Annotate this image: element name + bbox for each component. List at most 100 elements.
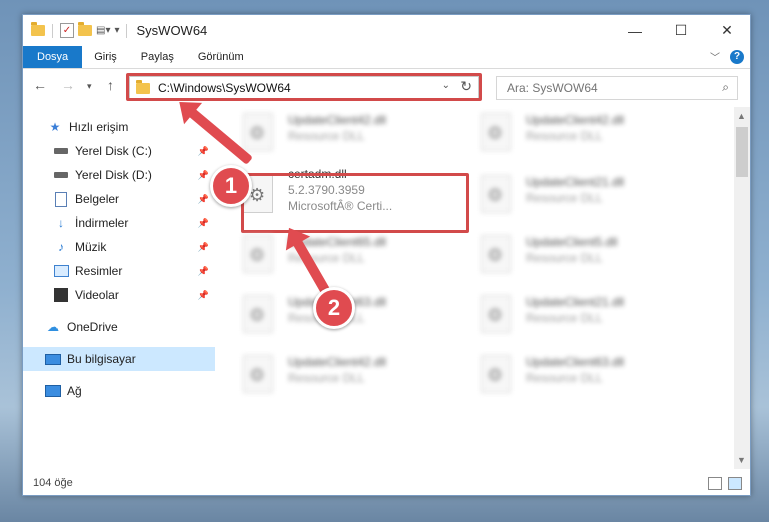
customize-toolbar-icon[interactable]: ▤▾ xyxy=(96,25,110,36)
back-arrow-icon[interactable]: ← xyxy=(33,77,47,93)
pin-icon[interactable]: 📌 xyxy=(198,290,209,301)
documents-icon xyxy=(55,191,67,207)
forward-arrow-icon[interactable]: → xyxy=(61,77,75,93)
nav-label: Yerel Disk (D:) xyxy=(75,168,152,182)
file-item[interactable]: ⚙ UpdateClient63.dll Resource DLL xyxy=(461,349,681,399)
pin-icon[interactable]: 📌 xyxy=(198,242,209,253)
status-bar: 104 öğe xyxy=(23,471,750,495)
help-icon[interactable]: ? xyxy=(730,49,744,64)
gear-icon: ⚙ xyxy=(249,305,266,325)
navigation-pane: ★ Hızlı erişim Yerel Disk (C:) 📌 Yerel D… xyxy=(23,107,215,467)
gear-icon: ⚙ xyxy=(249,123,266,143)
gear-icon: ⚙ xyxy=(249,245,266,265)
nav-onedrive[interactable]: ☁ OneDrive xyxy=(23,315,215,339)
gear-icon: ⚙ xyxy=(487,245,504,265)
search-box[interactable]: ⌕ xyxy=(496,76,738,100)
nav-label: Belgeler xyxy=(75,192,120,206)
pin-icon[interactable]: 📌 xyxy=(198,194,209,205)
pin-icon[interactable]: 📌 xyxy=(198,218,209,229)
cloud-icon: ☁ xyxy=(47,320,59,334)
file-type: Resource DLL xyxy=(526,371,603,385)
close-button[interactable]: ✕ xyxy=(704,15,750,46)
file-item[interactable]: ⚙ UpdateClient42.dll Resource DLL xyxy=(223,349,443,399)
large-icons-view-icon[interactable] xyxy=(728,477,742,490)
gear-icon: ⚙ xyxy=(487,305,504,325)
scroll-down-icon[interactable]: ▼ xyxy=(737,455,746,465)
computer-icon xyxy=(45,353,61,365)
pin-icon[interactable]: 📌 xyxy=(198,266,209,277)
properties-icon[interactable]: ✓ xyxy=(60,23,74,38)
nav-videos[interactable]: Videolar 📌 xyxy=(23,283,215,307)
separator xyxy=(125,23,127,38)
new-folder-icon[interactable] xyxy=(78,22,92,36)
ribbon-tabs: Dosya Giriş Paylaş Görünüm ﹀ ? xyxy=(23,46,750,69)
tab-home[interactable]: Giriş xyxy=(82,46,129,68)
nav-label: Bu bilgisayar xyxy=(67,352,136,366)
details-view-icon[interactable] xyxy=(708,477,722,490)
search-input[interactable] xyxy=(505,80,709,96)
nav-music[interactable]: ♪ Müzik 📌 xyxy=(23,235,215,259)
search-icon[interactable]: ⌕ xyxy=(722,80,729,95)
file-name: UpdateClient5.dll xyxy=(526,235,618,249)
recent-locations-icon[interactable]: ▾ xyxy=(87,81,92,92)
gear-icon: ⚙ xyxy=(249,365,266,385)
file-type: Resource DLL xyxy=(526,311,603,325)
window-controls: — ☐ ✕ xyxy=(612,15,750,46)
vertical-scrollbar[interactable]: ▲ ▼ xyxy=(734,107,750,469)
up-arrow-icon[interactable]: ↑ xyxy=(107,77,114,93)
pin-icon[interactable]: 📌 xyxy=(198,170,209,181)
maximize-button[interactable]: ☐ xyxy=(658,15,704,46)
file-item[interactable]: ⚙ UpdateClient65.dll Resource DLL xyxy=(223,229,443,279)
tab-view[interactable]: Görünüm xyxy=(186,46,256,68)
file-name: UpdateClient63.dll xyxy=(526,355,625,369)
file-type: Resource DLL xyxy=(526,251,603,265)
nav-label: Videolar xyxy=(75,288,119,302)
nav-label: Müzik xyxy=(75,240,107,254)
nav-local-disk-d[interactable]: Yerel Disk (D:) 📌 xyxy=(23,163,215,187)
chevron-down-icon[interactable]: ﹀ xyxy=(710,49,720,64)
item-count: 104 öğe xyxy=(33,477,73,489)
file-name: UpdateClient21.dll xyxy=(526,295,625,309)
music-icon: ♪ xyxy=(58,240,64,254)
file-item[interactable]: ⚙ UpdateClient5.dll Resource DLL xyxy=(461,229,681,279)
file-name: UpdateClient21.dll xyxy=(526,175,625,189)
file-item[interactable]: ⚙ UpdateClient42.dll Resource DLL xyxy=(461,107,681,157)
file-type: Resource DLL xyxy=(526,191,603,205)
gear-icon: ⚙ xyxy=(487,123,504,143)
file-name: UpdateClient42.dll xyxy=(288,355,387,369)
address-row: ← → ▾ ↑ C:\Windows\SysWOW64 ⌄ ↻ ⌕ xyxy=(23,69,750,103)
file-name: UpdateClient42.dll xyxy=(288,113,387,127)
video-icon xyxy=(54,288,68,302)
drive-icon xyxy=(54,172,68,178)
file-item[interactable]: ⚙ UpdateClient42.dll Resource DLL xyxy=(223,107,443,157)
window-title: SysWOW64 xyxy=(136,23,208,38)
separator xyxy=(52,23,53,38)
nav-documents[interactable]: Belgeler 📌 xyxy=(23,187,215,211)
address-highlight-box xyxy=(126,73,482,101)
tab-file[interactable]: Dosya xyxy=(23,46,83,68)
minimize-button[interactable]: — xyxy=(612,15,658,46)
nav-label: İndirmeler xyxy=(75,216,129,230)
file-type: Resource DLL xyxy=(288,129,365,143)
tab-share[interactable]: Paylaş xyxy=(129,46,186,68)
nav-network[interactable]: Ağ xyxy=(23,379,215,403)
file-name: UpdateClient42.dll xyxy=(526,113,625,127)
file-item[interactable]: ⚙ UpdateClient21.dll Resource DLL xyxy=(461,169,681,219)
gear-icon: ⚙ xyxy=(487,185,504,205)
download-icon: ↓ xyxy=(58,216,64,230)
nav-this-pc[interactable]: Bu bilgisayar xyxy=(23,347,215,371)
nav-pictures[interactable]: Resimler 📌 xyxy=(23,259,215,283)
step-badge-2: 2 xyxy=(313,287,355,329)
toolbar-dropdown-icon[interactable]: ▾ xyxy=(114,25,119,36)
file-type: Resource DLL xyxy=(526,129,603,143)
file-item[interactable]: ⚙ UpdateClient21.dll Resource DLL xyxy=(461,289,681,339)
nav-downloads[interactable]: ↓ İndirmeler 📌 xyxy=(23,211,215,235)
scroll-up-icon[interactable]: ▲ xyxy=(737,111,746,121)
file-type: Resource DLL xyxy=(288,371,365,385)
title-bar: ✓ ▤▾ ▾ SysWOW64 — ☐ ✕ xyxy=(23,15,750,46)
nav-label: Ağ xyxy=(67,384,82,398)
network-icon xyxy=(45,385,61,397)
nav-local-disk-c[interactable]: Yerel Disk (C:) 📌 xyxy=(23,139,215,163)
scroll-thumb[interactable] xyxy=(736,127,748,177)
pin-icon[interactable]: 📌 xyxy=(198,146,209,157)
